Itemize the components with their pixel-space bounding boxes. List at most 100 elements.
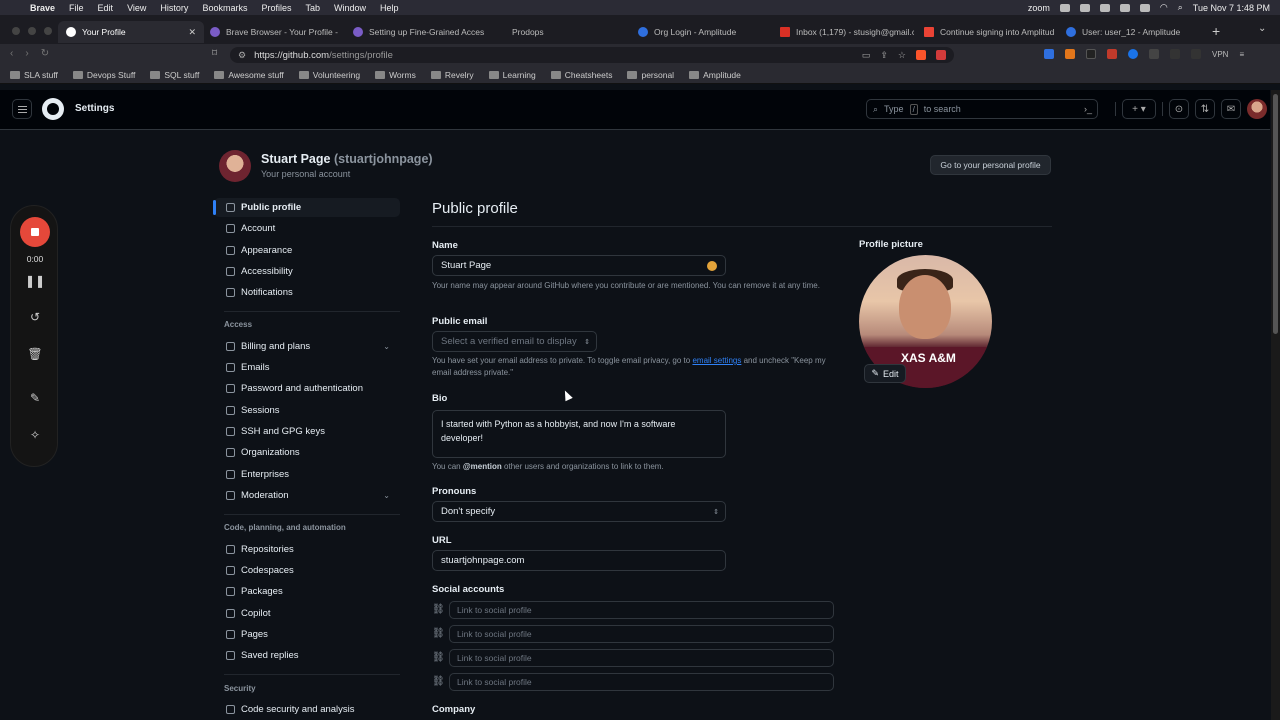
bookmark-folder[interactable]: Awesome stuff (214, 70, 284, 80)
issues-icon[interactable]: ⊙ (1169, 99, 1189, 119)
email-settings-link[interactable]: email settings (692, 356, 741, 365)
tab-your-profile[interactable]: Your Profile ✕ (58, 21, 204, 43)
search-input[interactable]: ⌕ Type / to search ›_ (866, 99, 1098, 119)
social-link-input[interactable]: Link to social profile (449, 625, 834, 643)
sidebar-item-organizations[interactable]: Organizations (214, 443, 400, 462)
social-link-input[interactable]: Link to social profile (449, 673, 834, 691)
sidebar-item-packages[interactable]: Packages (214, 582, 400, 601)
site-settings-icon[interactable]: ⚙ (238, 50, 246, 61)
avatar[interactable] (1247, 99, 1267, 119)
extension-metamask-icon[interactable] (1065, 49, 1075, 59)
sidebar-toggle-icon[interactable] (1191, 49, 1201, 59)
tab-brave-browser[interactable]: Brave Browser - Your Profile - (210, 21, 340, 43)
sidebar-item-emails[interactable]: Emails (214, 358, 400, 377)
github-logo-icon[interactable] (42, 98, 64, 120)
sidebar-item-password[interactable]: Password and authentication (214, 379, 400, 398)
edit-picture-button[interactable]: ✎ Edit (864, 364, 906, 383)
menu-file[interactable]: File (69, 3, 84, 13)
tab-fine-grained[interactable]: Setting up Fine-Grained Acces (353, 21, 485, 43)
sidebar-item-codespaces[interactable]: Codespaces (214, 561, 400, 580)
bookmark-star-icon[interactable]: ☆ (898, 50, 906, 61)
forward-icon[interactable]: › (25, 48, 28, 59)
inbox-icon[interactable]: ✉ (1221, 99, 1241, 119)
menu-history[interactable]: History (160, 3, 188, 13)
pause-icon[interactable]: ❚❚ (11, 274, 59, 288)
clock[interactable]: Tue Nov 7 1:48 PM (1193, 3, 1270, 13)
menu-bookmarks[interactable]: Bookmarks (202, 3, 247, 13)
page-scrollbar[interactable] (1271, 90, 1280, 720)
sidebar-item-copilot[interactable]: Copilot (214, 604, 400, 623)
avatar[interactable] (219, 150, 251, 182)
name-field[interactable]: Stuart Page (432, 255, 726, 276)
bio-textarea[interactable]: I started with Python as a hobbyist, and… (432, 410, 726, 458)
menu-tab[interactable]: Tab (305, 3, 320, 13)
clipboard-icon[interactable] (1099, 3, 1110, 12)
minimize-window-dot[interactable] (28, 27, 36, 35)
bookmark-folder[interactable]: Learning (488, 70, 536, 80)
close-tab-icon[interactable]: ✕ (188, 27, 196, 38)
vpn-button[interactable]: VPN (1212, 50, 1228, 59)
tab-user-12[interactable]: User: user_12 - Amplitude (1066, 21, 1206, 43)
cast-icon[interactable]: ▭ (862, 50, 871, 61)
password-manager-icon[interactable] (707, 260, 717, 271)
extension-bitwarden-icon[interactable] (1044, 49, 1054, 59)
share-icon[interactable]: ⇪ (880, 50, 888, 61)
bookmark-folder[interactable]: Cheatsheets (550, 70, 612, 80)
public-email-select[interactable]: Select a verified email to display ⇕ (432, 331, 597, 352)
tab-org-login[interactable]: Org Login - Amplitude (638, 21, 768, 43)
tab-inbox[interactable]: Inbox (1,179) - stusigh@gmail.c (780, 21, 914, 43)
close-window-dot[interactable] (12, 27, 20, 35)
social-link-input[interactable]: Link to social profile (449, 649, 834, 667)
page-title[interactable]: Settings (75, 103, 114, 114)
menu-help[interactable]: Help (380, 3, 399, 13)
social-link-input[interactable]: Link to social profile (449, 601, 834, 619)
bookmark-folder[interactable]: SLA stuff (10, 70, 58, 80)
menu-edit[interactable]: Edit (98, 3, 114, 13)
sidebar-item-ssh-gpg[interactable]: SSH and GPG keys (214, 422, 400, 441)
go-to-profile-button[interactable]: Go to your personal profile (930, 155, 1051, 175)
brave-shields-icon[interactable] (916, 50, 926, 60)
bookmark-folder[interactable]: Amplitude (689, 70, 741, 80)
bookmark-folder[interactable]: personal (627, 70, 674, 80)
menu-icon[interactable]: ≡ (1239, 50, 1244, 59)
sidebar-item-billing[interactable]: Billing and plans ⌄ (214, 337, 400, 356)
zoom-status[interactable]: zoom (1028, 3, 1050, 13)
gear-icon[interactable] (1059, 3, 1070, 12)
new-tab-icon[interactable]: + (1212, 23, 1220, 39)
extension-mi-icon[interactable] (1086, 49, 1096, 59)
sidebar-item-sessions[interactable]: Sessions (214, 401, 400, 420)
reload-icon[interactable]: ↻ (41, 48, 49, 59)
sidebar-item-appearance[interactable]: Appearance (214, 241, 400, 260)
bookmark-icon[interactable]: ⌑ (212, 48, 217, 59)
command-palette-icon[interactable]: ›_ (1084, 104, 1092, 114)
download-icon[interactable] (1170, 49, 1180, 59)
bookmark-folder[interactable]: SQL stuff (150, 70, 199, 80)
tab-list-chevron-icon[interactable]: ⌄ (1258, 23, 1266, 34)
sidebar-item-code-security[interactable]: Code security and analysis (214, 700, 400, 719)
address-bar[interactable]: ⚙ https://github.com/settings/profile ▭ … (230, 47, 954, 63)
battery-icon[interactable] (1139, 3, 1150, 12)
menu-profiles[interactable]: Profiles (261, 3, 291, 13)
sidebar-item-accessibility[interactable]: Accessibility (214, 262, 400, 281)
delete-icon[interactable]: 🗑 (11, 347, 59, 361)
url-field[interactable]: stuartjohnpage.com (432, 550, 726, 571)
extension-blue-icon[interactable] (1128, 49, 1138, 59)
bookmark-folder[interactable]: Worms (375, 70, 416, 80)
sidebar-item-account[interactable]: Account (214, 219, 400, 238)
zoom-window-dot[interactable] (44, 27, 52, 35)
sidebar-item-public-profile[interactable]: Public profile (213, 198, 400, 217)
sidebar-item-saved-replies[interactable]: Saved replies (214, 646, 400, 665)
sidebar-item-repositories[interactable]: Repositories (214, 540, 400, 559)
sidebar-item-notifications[interactable]: Notifications (214, 283, 400, 302)
menu-window[interactable]: Window (334, 3, 366, 13)
pen-icon[interactable]: ✎ (11, 391, 59, 405)
menu-brave[interactable]: Brave (30, 3, 55, 13)
tab-prodops[interactable]: Prodops (496, 21, 616, 43)
stop-recording-button[interactable] (20, 217, 50, 247)
brave-rewards-icon[interactable] (936, 50, 946, 60)
pull-requests-icon[interactable]: ⇅ (1195, 99, 1215, 119)
magic-wand-icon[interactable]: ✧ (11, 428, 59, 442)
bookmark-folder[interactable]: Devops Stuff (72, 70, 135, 80)
sidebar-item-moderation[interactable]: Moderation ⌄ (214, 486, 400, 505)
bookmark-folder[interactable]: Volunteering (298, 70, 360, 80)
